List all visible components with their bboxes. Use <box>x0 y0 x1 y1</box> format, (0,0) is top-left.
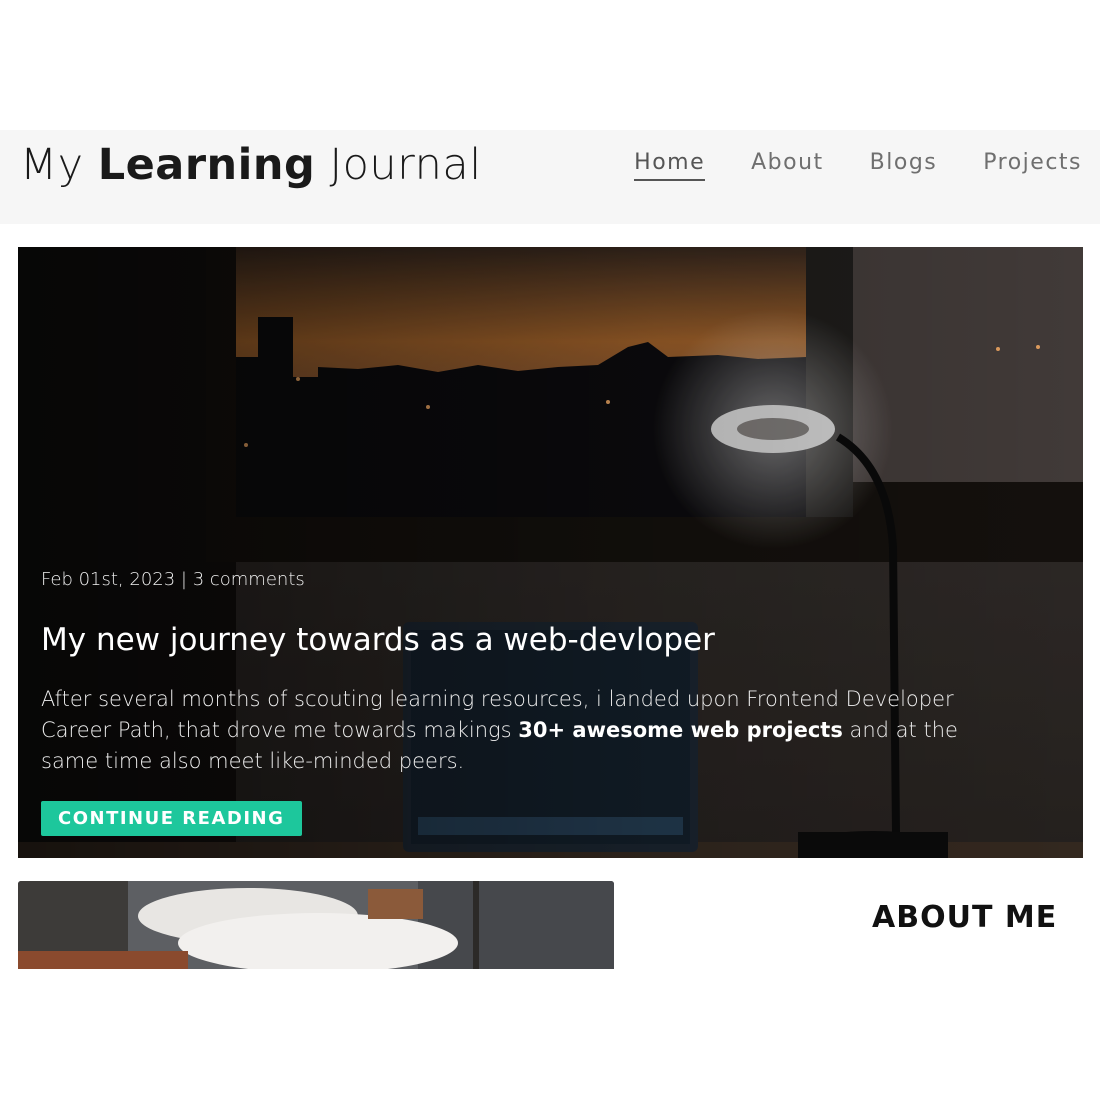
post-excerpt: After several months of scouting learnin… <box>41 684 1001 777</box>
brand-bold: Learning <box>97 140 316 190</box>
brand-suffix: Journal <box>329 140 482 190</box>
hero-content: Feb 01st, 2023 | 3 comments My new journ… <box>41 569 1001 836</box>
post-excerpt-highlight: 30+ awesome web projects <box>518 718 843 742</box>
site-header: My Learning Journal Home About Blogs Pro… <box>0 130 1100 224</box>
blog-card-thumbnail <box>18 881 614 969</box>
nav-home[interactable]: Home <box>634 150 706 181</box>
nav-about[interactable]: About <box>751 150 824 181</box>
continue-reading-button[interactable]: CONTINUE READING <box>41 801 303 836</box>
hero-featured-post: Feb 01st, 2023 | 3 comments My new journ… <box>18 247 1083 858</box>
about-me-heading: ABOUT ME <box>872 900 1058 935</box>
post-title[interactable]: My new journey towards as a web-devloper <box>41 622 1001 658</box>
brand-prefix: My <box>20 140 84 190</box>
main-nav: Home About Blogs Projects <box>634 150 1082 181</box>
blog-card-image[interactable] <box>18 881 614 969</box>
site-logo[interactable]: My Learning Journal <box>20 140 482 190</box>
post-meta: Feb 01st, 2023 | 3 comments <box>41 569 305 590</box>
nav-projects[interactable]: Projects <box>983 150 1082 181</box>
nav-blogs[interactable]: Blogs <box>870 150 938 181</box>
